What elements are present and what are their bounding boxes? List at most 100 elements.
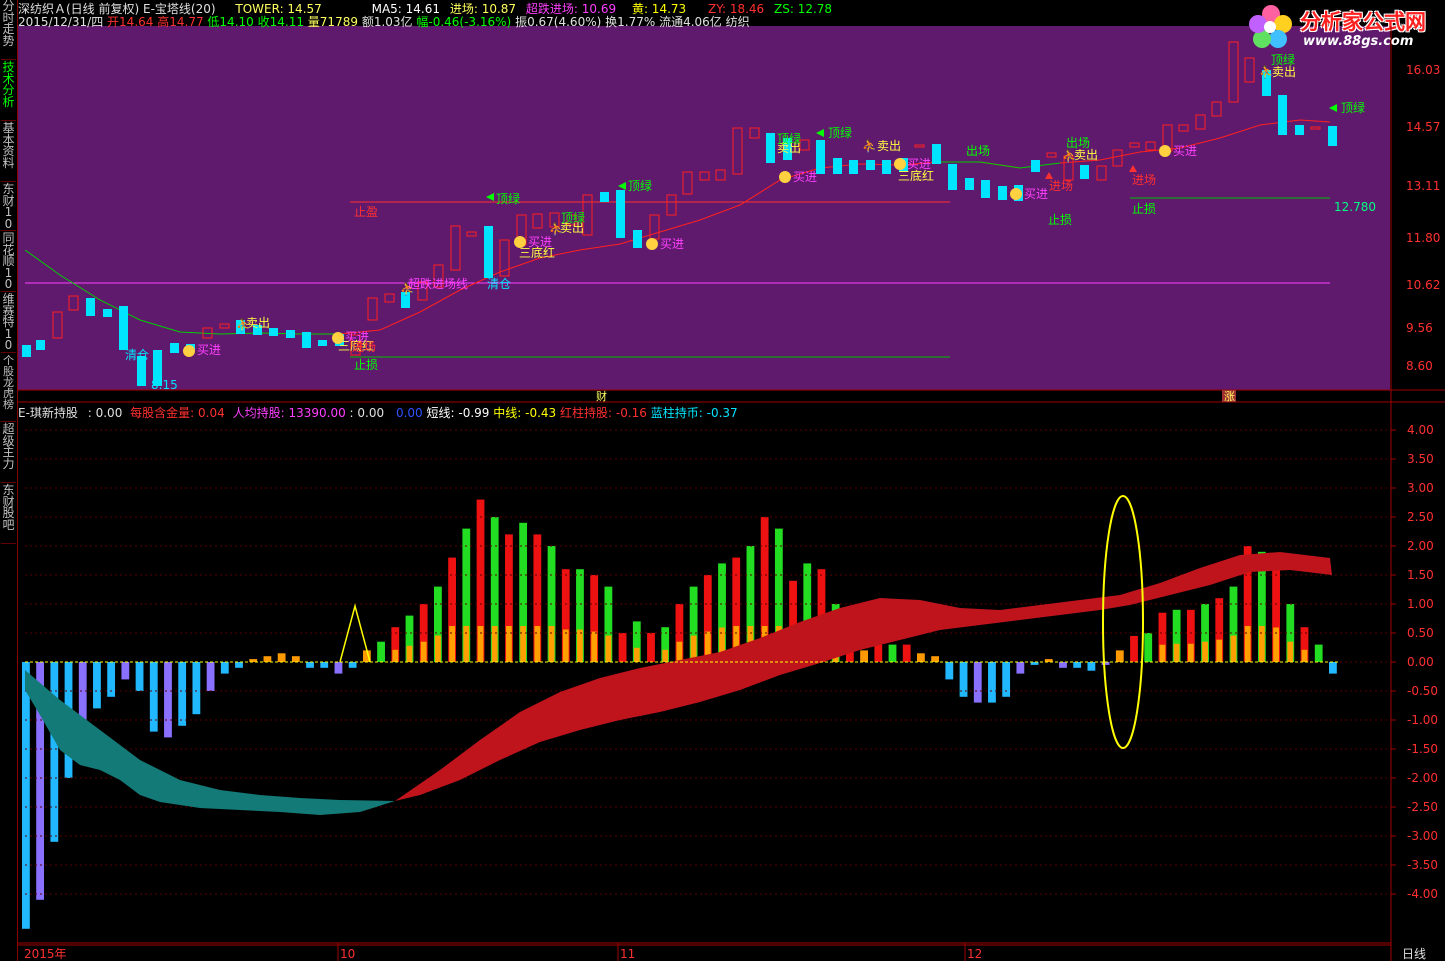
candle — [1112, 149, 1123, 167]
zhang-marker: 涨 — [1224, 390, 1235, 403]
upper-tick: 9.56 — [1406, 321, 1433, 335]
candle — [600, 192, 609, 202]
indicator-bar-inner — [1159, 644, 1166, 662]
lower-tick: -3.50 — [1407, 858, 1438, 872]
candle — [170, 343, 179, 353]
ma-green-line-2 — [940, 161, 1061, 169]
enter-label: 进场 — [352, 340, 376, 354]
indicator-bar — [192, 662, 201, 715]
indicator-bar — [973, 662, 982, 703]
runner-icon: ⛹ — [1062, 148, 1077, 163]
indicator-bar — [1002, 662, 1011, 697]
buy-label: 买进 — [660, 237, 684, 251]
x-label-nov: 11 — [620, 947, 635, 961]
x-label-dec: 12 — [967, 947, 982, 961]
top-green-label: 顶绿 — [777, 131, 801, 146]
indicator-bar — [902, 644, 911, 662]
upper-tick: 14.57 — [1406, 120, 1440, 134]
stop-loss-label: 止损 — [354, 358, 378, 372]
indicator-bar-inner — [1230, 635, 1237, 662]
indicator-bar — [22, 662, 30, 929]
highlight-ellipse — [1102, 495, 1144, 749]
stop-loss-label-3: 止损 — [1048, 213, 1072, 227]
indicator-bar-inner — [520, 626, 527, 662]
enter-label: 进场 — [1049, 179, 1073, 193]
bottom-red-label: 三底红 — [519, 245, 555, 260]
zs-line-label: 12.780 — [1334, 200, 1376, 214]
arrow-up-icon — [1129, 165, 1137, 172]
candle — [833, 158, 842, 174]
indicator-bar — [1073, 662, 1082, 668]
runner-icon: ⛹ — [549, 221, 564, 236]
indicator-bar — [50, 662, 59, 842]
indicator-bar-inner — [1187, 643, 1194, 662]
upper-price-axis: 16.03 14.57 13.11 11.80 10.62 9.56 8.60 — [1406, 63, 1440, 373]
runner-icon: ⛹ — [400, 281, 415, 296]
indicator-bar-inner — [1301, 649, 1308, 662]
top-green-label: 顶绿 — [1271, 52, 1295, 67]
candle — [633, 230, 642, 248]
indicator-bar — [959, 662, 968, 697]
indicator-bar-inner — [562, 629, 569, 662]
exit-label: 出场 — [966, 144, 990, 158]
candle — [52, 311, 63, 339]
indicator-bar-inner — [392, 649, 399, 662]
chart-svg[interactable]: 16.03 14.57 13.11 11.80 10.62 9.56 8.60 … — [0, 0, 1445, 961]
stop-loss-label-2: 止损 — [1132, 202, 1156, 216]
money-bag-icon — [514, 236, 526, 248]
candle — [1145, 141, 1156, 151]
lower-tick: -1.00 — [1407, 713, 1438, 727]
candle — [219, 323, 230, 329]
signal-labels: 止盈 止损 止损 止损 清仓 清仓 8.15 超跌进场线 买进 买进 买进 买进… — [125, 52, 1365, 392]
indicator-bar — [888, 644, 897, 662]
candle — [1211, 101, 1222, 117]
indicator-bar-inner — [577, 629, 583, 662]
bottom-red-label: 三底红 — [898, 168, 934, 183]
candle — [1328, 126, 1337, 146]
upper-tick: 10.62 — [1406, 278, 1440, 292]
x-label-oct: 10 — [340, 947, 355, 961]
indicator-bar-inner — [1202, 641, 1208, 662]
candle — [1228, 41, 1239, 103]
indicator-bar — [1144, 633, 1153, 662]
indicator-bar-inner — [1173, 643, 1180, 662]
candle — [1295, 125, 1304, 135]
lower-tick: 2.00 — [1407, 539, 1434, 553]
indicator-bar — [93, 662, 101, 709]
candle — [666, 194, 677, 216]
x-label-year: 2015年 — [24, 947, 67, 961]
money-bag-icon — [779, 171, 791, 183]
upper-tick: 11.80 — [1406, 231, 1440, 245]
candle — [732, 127, 743, 175]
ma-green-line — [24, 249, 340, 335]
candle — [450, 225, 461, 271]
candle — [269, 328, 278, 336]
indicator-bar — [334, 662, 343, 674]
candle — [649, 214, 660, 240]
runner-icon: ⛹ — [236, 317, 251, 332]
oversold-label: 超跌进场线 — [408, 276, 468, 291]
candle — [682, 171, 693, 195]
top-green-label: 顶绿 — [1341, 100, 1365, 115]
lower-tick: -2.00 — [1407, 771, 1438, 785]
arrow-left-icon — [486, 193, 494, 201]
candle — [715, 169, 726, 181]
candle — [1080, 165, 1089, 179]
money-bag-icon — [894, 158, 906, 170]
indicator-bar — [1016, 662, 1025, 674]
candle — [1278, 95, 1287, 135]
sell-label: 卖出 — [877, 139, 901, 153]
candle — [616, 190, 625, 238]
money-bag-icon — [1010, 188, 1022, 200]
lower-tick: 3.50 — [1407, 452, 1434, 466]
exit-label: 出场 — [1066, 136, 1090, 150]
candle — [1244, 57, 1255, 83]
lower-tick: 1.50 — [1407, 568, 1434, 582]
period-label[interactable]: 日线 — [1402, 947, 1426, 961]
candle — [799, 139, 810, 151]
indicator-bar-inner — [662, 649, 669, 662]
indicator-bar — [1314, 644, 1323, 662]
indicator-bar-inner — [406, 645, 413, 662]
indicator-bar-inner — [1244, 626, 1251, 662]
indicator-bar — [235, 662, 243, 668]
